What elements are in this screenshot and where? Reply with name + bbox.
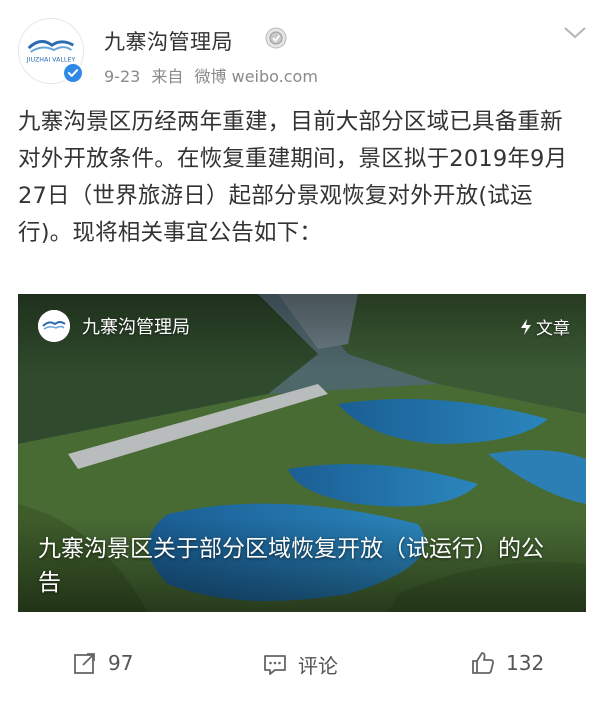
source-prefix: 来自 (151, 67, 184, 86)
card-source-name: 九寨沟管理局 (82, 317, 190, 338)
verified-icon (62, 62, 84, 84)
post-source: 微博 weibo.com (194, 67, 318, 86)
article-card[interactable]: 九寨沟管理局 文章 九寨沟景区关于部分区域恢复开放（试运行）的公告 (18, 294, 586, 612)
card-type-label: 文章 (536, 319, 570, 339)
post-text: 九寨沟景区历经两年重建，目前大部分区域已具备重新对外开放条件。在恢复重建期间，景… (18, 109, 568, 246)
medal-icon[interactable] (265, 27, 287, 49)
chevron-down-icon[interactable] (562, 24, 588, 42)
repost-button[interactable]: 97 (72, 650, 133, 676)
card-source: 九寨沟管理局 (38, 308, 190, 344)
comment-label: 评论 (298, 654, 338, 678)
card-type: 文章 (519, 314, 570, 339)
like-count: 132 (506, 651, 545, 675)
post-date: 9-23 (104, 67, 141, 86)
card-logo (38, 310, 70, 342)
action-bar: 97 评论 132 (0, 636, 600, 696)
post-meta: 9-23 来自 微博 weibo.com (104, 63, 324, 87)
repost-icon (74, 653, 95, 674)
like-icon (472, 652, 494, 674)
author-name[interactable]: 九寨沟管理局 (104, 26, 233, 56)
lightning-icon (521, 318, 531, 335)
like-button[interactable]: 132 (470, 650, 544, 676)
comment-button[interactable]: 评论 (262, 650, 338, 679)
card-title[interactable]: 九寨沟景区关于部分区域恢复开放（试运行）的公告 (38, 532, 558, 600)
post-header: JIUZHAI VALLEY 九寨沟管理局 9-23 来自 微博 weibo.c… (0, 0, 600, 96)
comment-icon (264, 654, 286, 675)
repost-count: 97 (108, 651, 134, 675)
